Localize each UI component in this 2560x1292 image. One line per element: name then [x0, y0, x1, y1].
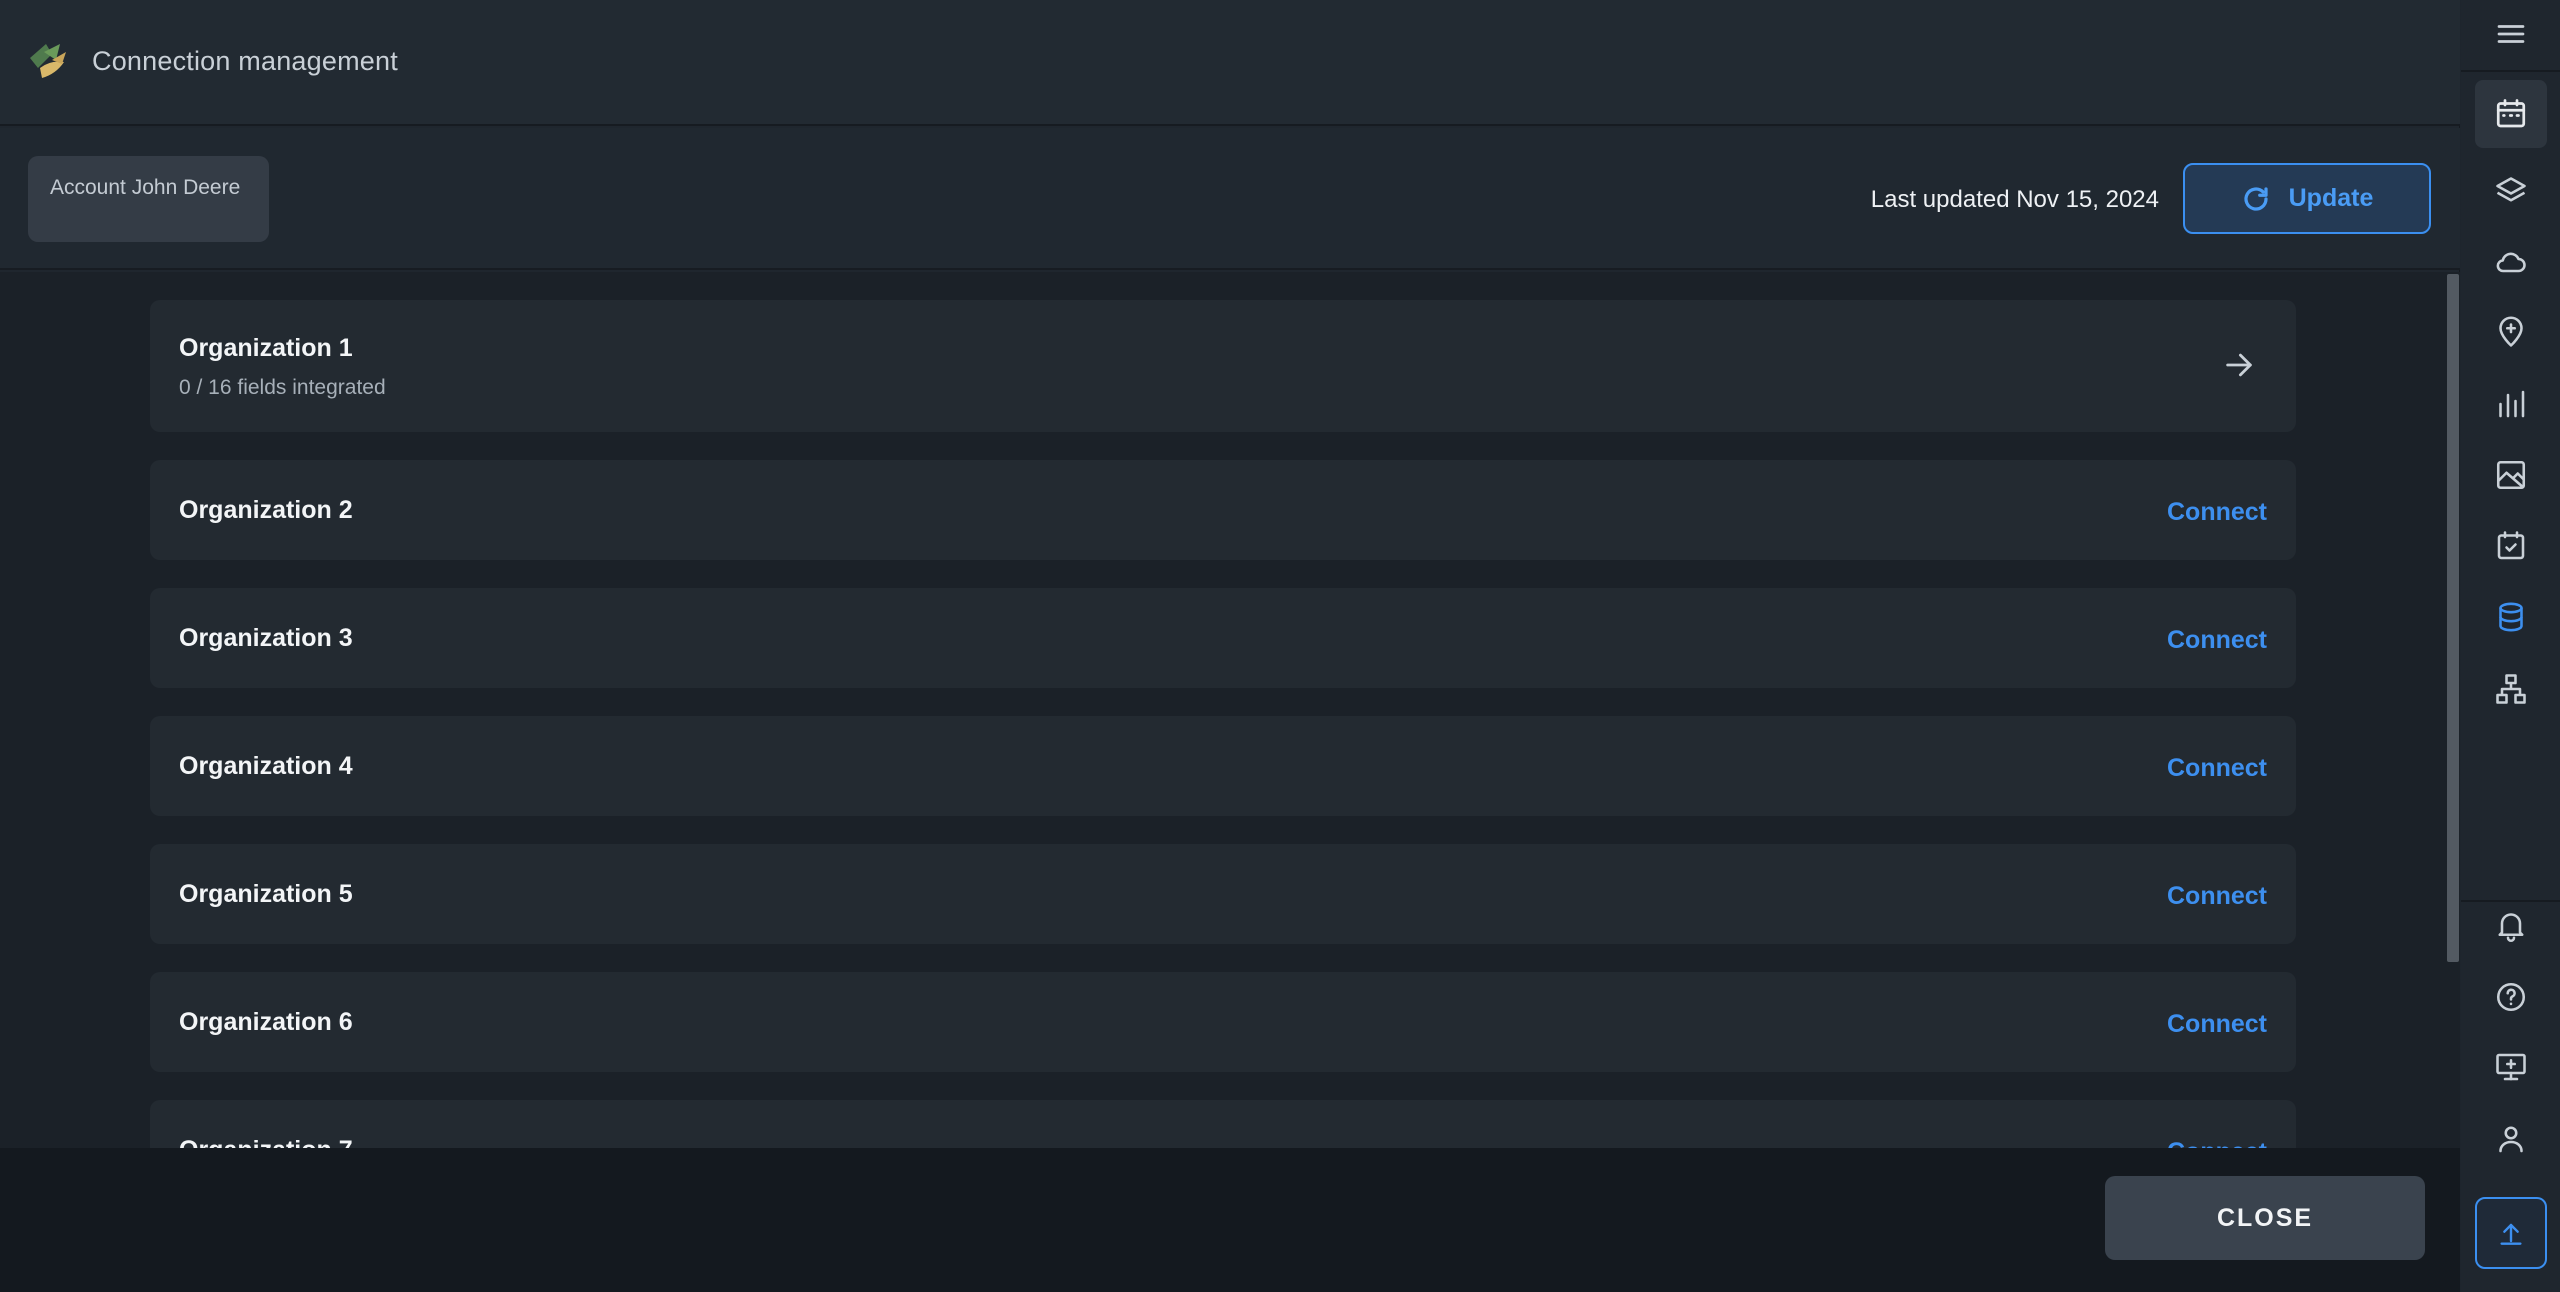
connection-dialog: Connection management Account John Deere… — [0, 0, 2460, 1292]
dialog-header: Connection management — [0, 0, 2460, 126]
organization-row: Organization 5 Connect — [150, 844, 2296, 944]
organization-name: Organization 5 — [179, 880, 353, 908]
organization-name: Organization 6 — [179, 1008, 353, 1036]
update-button-label: Update — [2288, 184, 2374, 212]
connect-button[interactable]: Connect — [2167, 1010, 2267, 1039]
last-updated-text: Last updated Nov 15, 2024 — [1870, 186, 2159, 213]
connect-button[interactable]: Connect — [2167, 498, 2267, 527]
organization-row: Organization 2 Connect — [150, 460, 2296, 560]
list-scrollbar[interactable] — [2447, 274, 2459, 962]
account-chip[interactable]: Account John Deere — [28, 156, 269, 242]
presentation-icon[interactable] — [2485, 1041, 2537, 1093]
arrow-right-icon[interactable] — [2222, 348, 2256, 382]
organization-list-area[interactable]: Organization 1 0 / 16 fields integrated … — [0, 272, 2460, 1148]
organization-row: Organization 6 Connect — [150, 972, 2296, 1072]
image-icon[interactable] — [2485, 449, 2537, 501]
menu-icon[interactable] — [2485, 8, 2537, 60]
bar-chart-icon[interactable] — [2485, 378, 2537, 430]
help-icon[interactable] — [2485, 971, 2537, 1023]
task-icon[interactable] — [2485, 520, 2537, 572]
connect-button[interactable]: Connect — [2167, 882, 2267, 911]
dialog-title: Connection management — [92, 46, 398, 76]
hierarchy-icon[interactable] — [2485, 663, 2537, 715]
organization-row: Organization 7 Connect — [150, 1100, 2296, 1148]
right-nav-rail — [2461, 0, 2560, 1292]
map-pin-icon[interactable] — [2485, 306, 2537, 358]
user-icon[interactable] — [2485, 1113, 2537, 1165]
organization-row[interactable]: Organization 1 0 / 16 fields integrated — [150, 300, 2296, 432]
update-button[interactable]: Update — [2183, 163, 2431, 234]
rail-divider — [2461, 70, 2560, 72]
layers-icon[interactable] — [2485, 166, 2537, 218]
upload-button[interactable] — [2475, 1197, 2547, 1269]
organization-row: Organization 4 Connect — [150, 716, 2296, 816]
app-logo-icon — [30, 44, 66, 78]
bell-icon[interactable] — [2485, 899, 2537, 951]
organization-row: Organization 3 Connect — [150, 588, 2296, 688]
upload-icon — [2500, 1223, 2522, 1245]
organization-list: Organization 1 0 / 16 fields integrated … — [150, 300, 2296, 1148]
connect-button[interactable]: Connect — [2167, 1138, 2267, 1148]
organization-name: Organization 7 — [179, 1136, 353, 1148]
organization-subtitle: 0 / 16 fields integrated — [179, 376, 386, 399]
organization-name: Organization 3 — [179, 624, 353, 652]
close-button[interactable]: CLOSE — [2105, 1176, 2425, 1260]
calendar-icon[interactable] — [2475, 80, 2547, 148]
database-icon[interactable] — [2485, 591, 2537, 643]
dialog-footer: CLOSE — [0, 1148, 2460, 1292]
organization-name: Organization 1 — [179, 334, 353, 362]
organization-name: Organization 2 — [179, 496, 353, 524]
organization-name: Organization 4 — [179, 752, 353, 780]
connect-button[interactable]: Connect — [2167, 754, 2267, 783]
refresh-icon — [2244, 186, 2268, 211]
connect-button[interactable]: Connect — [2167, 626, 2267, 655]
cloud-icon[interactable] — [2485, 236, 2537, 288]
toolbar: Account John Deere Last updated Nov 15, … — [0, 128, 2460, 270]
